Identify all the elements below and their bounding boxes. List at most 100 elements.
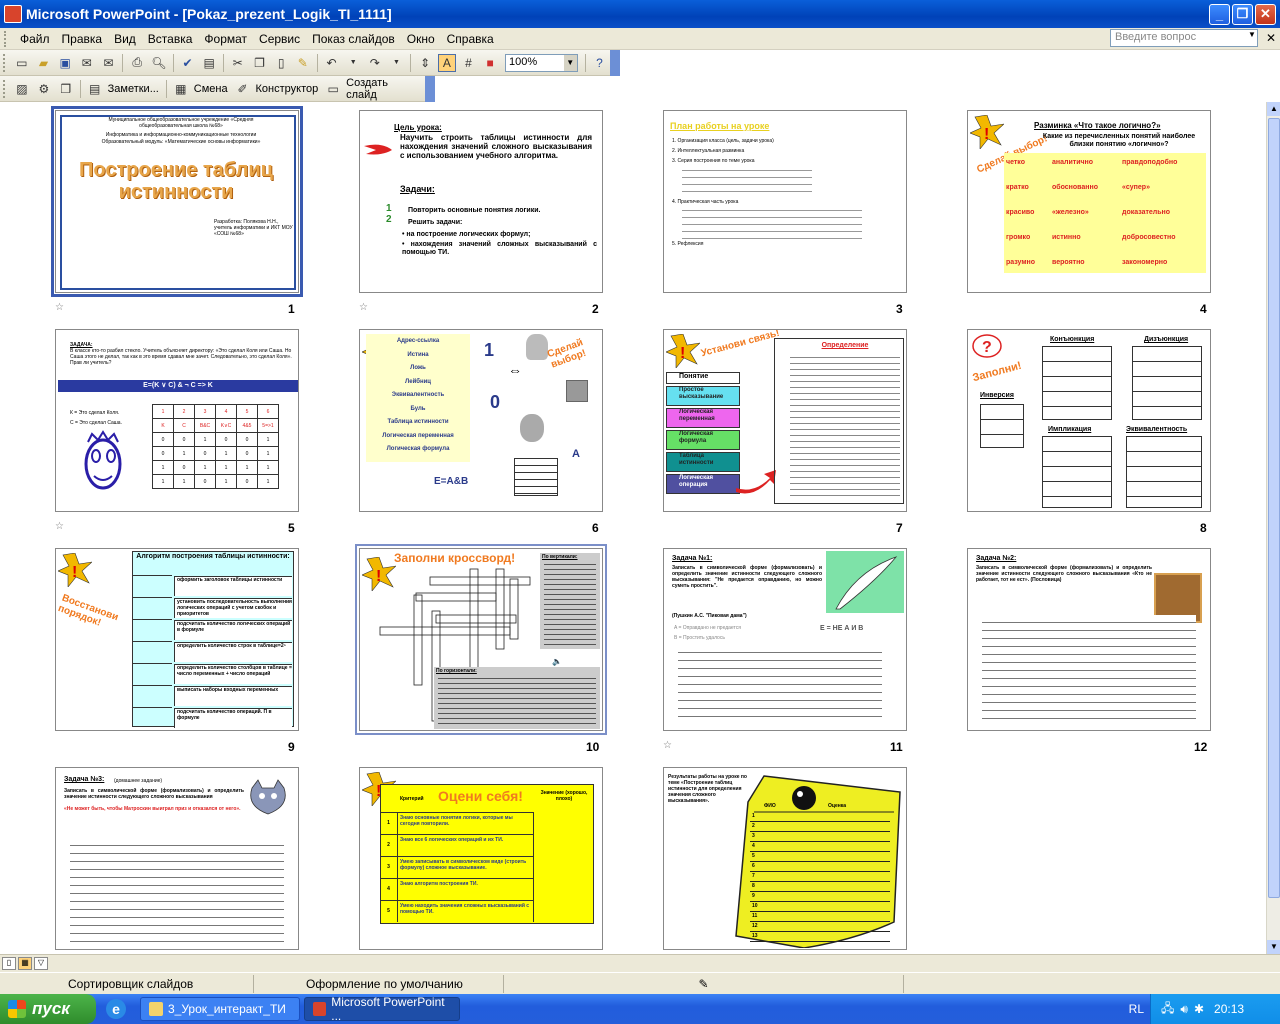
permission-icon[interactable]: ✉ (78, 54, 96, 72)
scroll-up-icon[interactable]: ▲ (1267, 102, 1280, 116)
transition-star-icon[interactable]: ☆ (359, 302, 368, 313)
toolbar-options-icon[interactable] (425, 75, 436, 102)
transition-star-icon[interactable]: ☆ (55, 521, 64, 532)
new-slide-button[interactable]: Создать слайд (346, 77, 421, 101)
normal-view-icon[interactable]: ▯ (2, 957, 16, 970)
toolbar-grip[interactable] (3, 79, 6, 98)
spelling-status-icon[interactable]: ✎ (504, 974, 904, 993)
spelling-icon[interactable]: ✔ (179, 54, 197, 72)
summary-icon[interactable]: ❐ (57, 80, 75, 98)
color-grayscale-icon[interactable]: ■ (481, 54, 499, 72)
save-icon[interactable]: ▣ (56, 54, 74, 72)
slide-thumbnail-6[interactable]: ! Адрес-ссылкаИстинаЛожьЛейбницЭквивален… (359, 329, 603, 512)
menu-window[interactable]: Окно (401, 30, 441, 48)
menu-help[interactable]: Справка (441, 30, 500, 48)
menu-tools[interactable]: Сервис (253, 30, 306, 48)
copy-icon[interactable]: ❐ (251, 54, 269, 72)
slide-sorter-view-icon[interactable]: ▦ (18, 957, 32, 970)
slide-thumbnail-7[interactable]: ! Установи связь! Понятие Простое высказ… (663, 329, 907, 512)
hide-slide-icon[interactable]: ▨ (13, 80, 31, 98)
new-slide-icon[interactable]: ▭ (324, 80, 342, 98)
undo-icon[interactable]: ↶ (323, 54, 341, 72)
results-row: 13 (750, 932, 890, 942)
transition-star-icon[interactable]: ☆ (55, 302, 64, 313)
vertical-scrollbar[interactable]: ▲ ▼ (1266, 102, 1280, 954)
slide-thumbnail-10[interactable]: ! Заполни кроссворд! По вертикали: По го… (355, 544, 607, 735)
start-button[interactable]: пуск (0, 994, 96, 1024)
scroll-down-icon[interactable]: ▼ (1267, 940, 1280, 954)
email-icon[interactable]: ✉ (100, 54, 118, 72)
undo-dropdown-icon[interactable]: ▼ (344, 54, 362, 72)
ask-dropdown-icon[interactable]: ▼ (1246, 30, 1258, 46)
print-icon[interactable]: ⎙ (128, 54, 146, 72)
slide-thumbnail-9[interactable]: ! Восстанови порядок! Алгоритм построени… (55, 548, 299, 731)
zoom-select[interactable]: 100% ▼ (505, 53, 578, 72)
taskbar-folder[interactable]: 3_Урок_интеракт_ТИ (140, 997, 300, 1021)
slide-thumbnail-1[interactable]: Муниципальное общеобразовательное учрежд… (51, 106, 303, 297)
menu-edit[interactable]: Правка (56, 30, 109, 48)
concept-item: Логическая операция (666, 474, 740, 494)
network-icon[interactable]: 🖧 (1161, 999, 1174, 1020)
internet-explorer-icon[interactable]: e (106, 999, 126, 1019)
slide-thumbnail-12[interactable]: Задача №2: Записать в символической форм… (967, 548, 1211, 731)
transition-star-icon[interactable]: ☆ (663, 740, 672, 751)
notes-icon[interactable]: ▤ (86, 80, 104, 98)
cut-icon[interactable]: ✂ (229, 54, 247, 72)
toolbar-grip[interactable] (3, 53, 6, 72)
notes-button[interactable]: Заметки... (108, 83, 159, 95)
format-painter-icon[interactable]: ✎ (294, 54, 312, 72)
toolbar-options-icon[interactable] (610, 49, 621, 76)
expand-all-icon[interactable]: ⇕ (416, 54, 434, 72)
slide-thumbnail-2[interactable]: Цель урока: Научить строить таблицы исти… (359, 110, 603, 293)
svg-text:!: ! (680, 345, 685, 362)
taskbar-powerpoint[interactable]: Microsoft PowerPoint ... (304, 995, 460, 1023)
transition-button[interactable]: Смена (194, 83, 228, 95)
menu-view[interactable]: Вид (108, 30, 142, 48)
ask-question-input[interactable]: Введите вопрос (1110, 29, 1258, 47)
scrollbar-thumb[interactable] (1268, 118, 1280, 898)
slide-thumbnail-14[interactable]: ! Критерий Оцени себя! Значение (хорошо,… (359, 767, 603, 950)
help-icon[interactable]: ? (591, 54, 609, 72)
zoom-dropdown-icon[interactable]: ▼ (563, 54, 577, 71)
slide-number: 1 (288, 302, 295, 316)
maximize-button[interactable]: ❐ (1232, 3, 1253, 25)
transition-icon[interactable]: ▦ (172, 80, 190, 98)
table-row: K C B&C K∨C 4&5 5=>1 (152, 418, 279, 433)
designer-button[interactable]: Конструктор (256, 83, 319, 95)
volume-icon[interactable]: 🔊︎ (1180, 1002, 1188, 1017)
slide-thumbnail-11[interactable]: Задача №1: Записать в символической форм… (663, 548, 907, 731)
slideshow-view-icon[interactable]: ▽ (34, 957, 48, 970)
slide-thumbnail-13[interactable]: Задача №3: (домашнее задание) Записать в… (55, 767, 299, 950)
redo-icon[interactable]: ↷ (366, 54, 384, 72)
research-icon[interactable]: ▤ (200, 54, 218, 72)
close-document-button[interactable]: ✕ (1266, 31, 1276, 45)
menu-grip[interactable] (4, 30, 8, 47)
slide-thumbnail-8[interactable]: ? Заполни! Конъюнкция Дизъюнкция Инверси… (967, 329, 1211, 512)
designer-icon[interactable]: ✐ (234, 80, 252, 98)
slide-thumbnail-5[interactable]: ЗАДАЧА: В классе кто-то разбил стекло. У… (55, 329, 299, 512)
close-button[interactable]: ✕ (1255, 3, 1276, 25)
formula-bar: E=(K ∨ C) & ¬ C => K (58, 380, 298, 392)
slide-thumbnail-3[interactable]: План работы на уроке 1. Организация клас… (663, 110, 907, 293)
new-document-icon[interactable]: ▭ (13, 54, 31, 72)
redo-dropdown-icon[interactable]: ▼ (388, 54, 406, 72)
print-preview-icon[interactable]: 🔍︎ (150, 54, 168, 72)
word-option: закономерно (1122, 259, 1168, 266)
minimize-button[interactable]: _ (1209, 3, 1230, 25)
powerpoint-app-icon[interactable] (4, 5, 22, 23)
menu-insert[interactable]: Вставка (142, 30, 199, 48)
table-cell: 0 (173, 432, 195, 447)
antivirus-icon[interactable]: ✱ (1194, 1002, 1204, 1016)
summary-slide-icon[interactable]: ⚙ (35, 80, 53, 98)
open-folder-icon[interactable]: ▰ (35, 54, 53, 72)
paste-icon[interactable]: ▯ (272, 54, 290, 72)
formatting-icon[interactable]: A (438, 53, 456, 72)
menu-slideshow[interactable]: Показ слайдов (306, 30, 401, 48)
menu-file[interactable]: Файл (14, 30, 56, 48)
status-view: Сортировщик слайдов (0, 974, 254, 993)
show-grid-icon[interactable]: # (460, 54, 478, 72)
slide-thumbnail-15[interactable]: Результаты работы на уроке по теме «Пост… (663, 767, 907, 950)
language-indicator[interactable]: RL (1129, 1002, 1144, 1016)
slide-thumbnail-4[interactable]: ! Сделай выбор! Разминка «Что такое логи… (967, 110, 1211, 293)
menu-format[interactable]: Формат (198, 30, 253, 48)
